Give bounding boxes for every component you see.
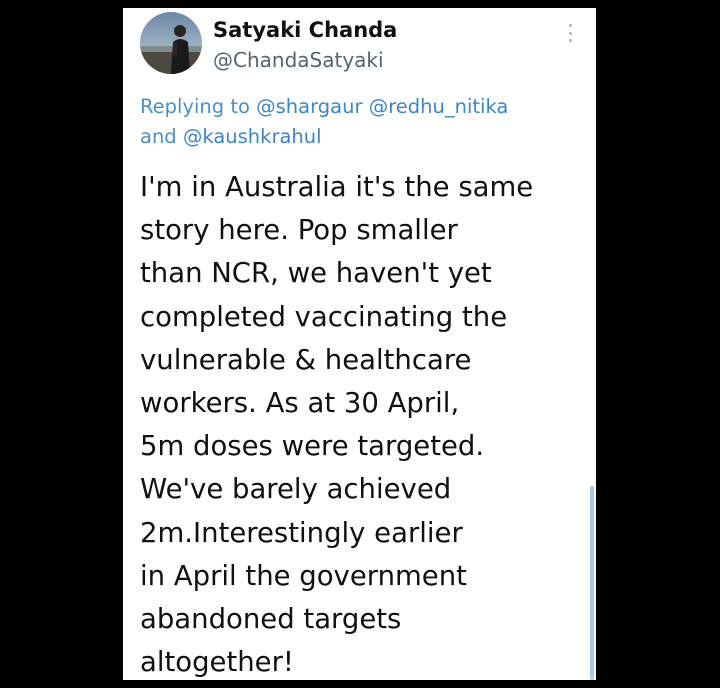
tweet-text-line: 2m.Interestingly earlier bbox=[140, 516, 463, 549]
mention-link[interactable]: @shargaur bbox=[256, 95, 362, 118]
author-name[interactable]: Satyaki Chanda bbox=[213, 18, 397, 42]
tweet-text-line: 5m doses were targeted. bbox=[140, 430, 485, 463]
mention-link[interactable]: @redhu_nitika bbox=[369, 95, 509, 118]
more-vertical-icon[interactable] bbox=[563, 22, 577, 44]
mention-link[interactable]: @kaushkrahul bbox=[183, 125, 322, 148]
avatar[interactable] bbox=[140, 12, 202, 74]
tweet-text-line: We've barely achieved bbox=[140, 473, 452, 506]
tweet-text: I'm in Australia it's the same story her… bbox=[140, 166, 590, 680]
tweet-text-line: altogether! bbox=[140, 646, 294, 679]
mention-joiner: and bbox=[140, 125, 183, 148]
replying-prefix: Replying to bbox=[140, 95, 257, 118]
tweet-text-line: workers. As at 30 April, bbox=[140, 387, 460, 420]
tweet-text-line: abandoned targets bbox=[140, 603, 402, 636]
tweet-text-line: I'm in Australia it's the same bbox=[140, 171, 534, 203]
avatar-photo bbox=[140, 12, 202, 74]
tweet-text-line: vulnerable & healthcare bbox=[140, 343, 472, 376]
tweet-text-line: story here. Pop smaller bbox=[140, 214, 458, 247]
tweet-card: Satyaki Chanda @ChandaSatyaki Replying t… bbox=[123, 8, 596, 680]
author-handle[interactable]: @ChandaSatyaki bbox=[213, 48, 384, 72]
replying-to: Replying to @shargaur @redhu_nitikaand @… bbox=[140, 92, 580, 152]
scrollbar[interactable] bbox=[590, 486, 594, 680]
tweet-text-line: than NCR, we haven't yet bbox=[140, 257, 492, 290]
tweet-text-line: completed vaccinating the bbox=[140, 300, 508, 333]
tweet-text-line: in April the government bbox=[140, 559, 467, 592]
